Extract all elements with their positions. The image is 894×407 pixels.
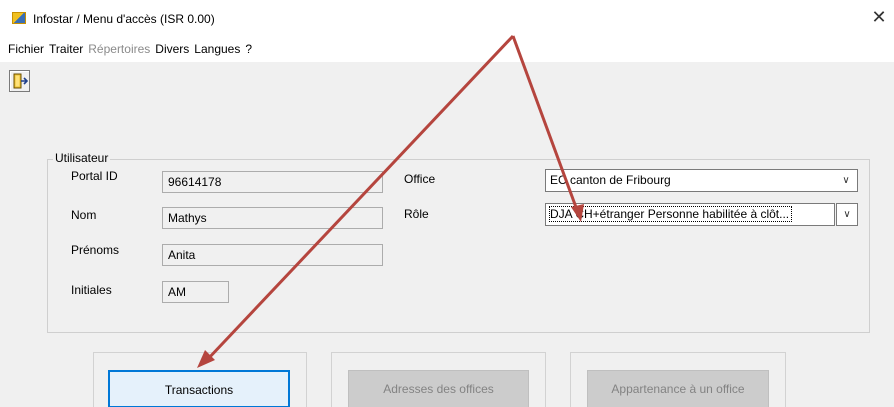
initiales-field: AM — [162, 281, 229, 303]
menu-fichier[interactable]: Fichier — [8, 42, 44, 56]
menu-bar: Fichier Traiter Répertoires Divers Langues? — [0, 42, 894, 60]
title-bar: Infostar / Menu d'accès (ISR 0.00) ✕ — [0, 0, 894, 36]
transactions-button[interactable]: Transactions — [108, 370, 290, 407]
menu-divers[interactable]: Divers — [155, 42, 189, 56]
office-select[interactable]: EC canton de Fribourg ∨ — [545, 169, 858, 192]
chevron-down-icon: ∨ — [843, 209, 851, 220]
appartenance-office-button[interactable]: Appartenance à un office — [587, 370, 769, 407]
role-select[interactable]: DJA CH+étranger Personne habilitée à clô… — [545, 203, 835, 226]
adresses-offices-button[interactable]: Adresses des offices — [348, 370, 529, 407]
exit-button[interactable] — [9, 70, 30, 92]
close-icon[interactable]: ✕ — [868, 6, 890, 28]
initiales-label: Initiales — [71, 283, 112, 297]
exit-door-icon — [13, 73, 28, 89]
window-title: Infostar / Menu d'accès (ISR 0.00) — [33, 12, 215, 26]
portal-id-label: Portal ID — [71, 169, 118, 183]
nom-label: Nom — [71, 208, 97, 222]
infostar-app-icon — [12, 12, 26, 24]
role-select-value: DJA CH+étranger Personne habilitée à clô… — [548, 206, 793, 222]
menu-help[interactable]: ? — [245, 42, 252, 56]
office-label: Office — [404, 172, 436, 186]
menu-traiter[interactable]: Traiter — [49, 42, 83, 56]
menu-langues[interactable]: Langues — [194, 42, 240, 56]
menu-repertoires: Répertoires — [88, 42, 151, 56]
chevron-down-icon: ∨ — [842, 175, 850, 186]
portal-id-field: 96614178 — [162, 171, 383, 193]
role-label: Rôle — [404, 207, 429, 221]
office-select-value: EC canton de Fribourg — [550, 173, 671, 187]
prenoms-field: Anita — [162, 244, 383, 266]
nom-field: Mathys — [162, 207, 383, 229]
prenoms-label: Prénoms — [71, 243, 120, 257]
user-group-legend: Utilisateur — [53, 151, 111, 165]
role-dropdown-button[interactable]: ∨ — [836, 203, 858, 226]
